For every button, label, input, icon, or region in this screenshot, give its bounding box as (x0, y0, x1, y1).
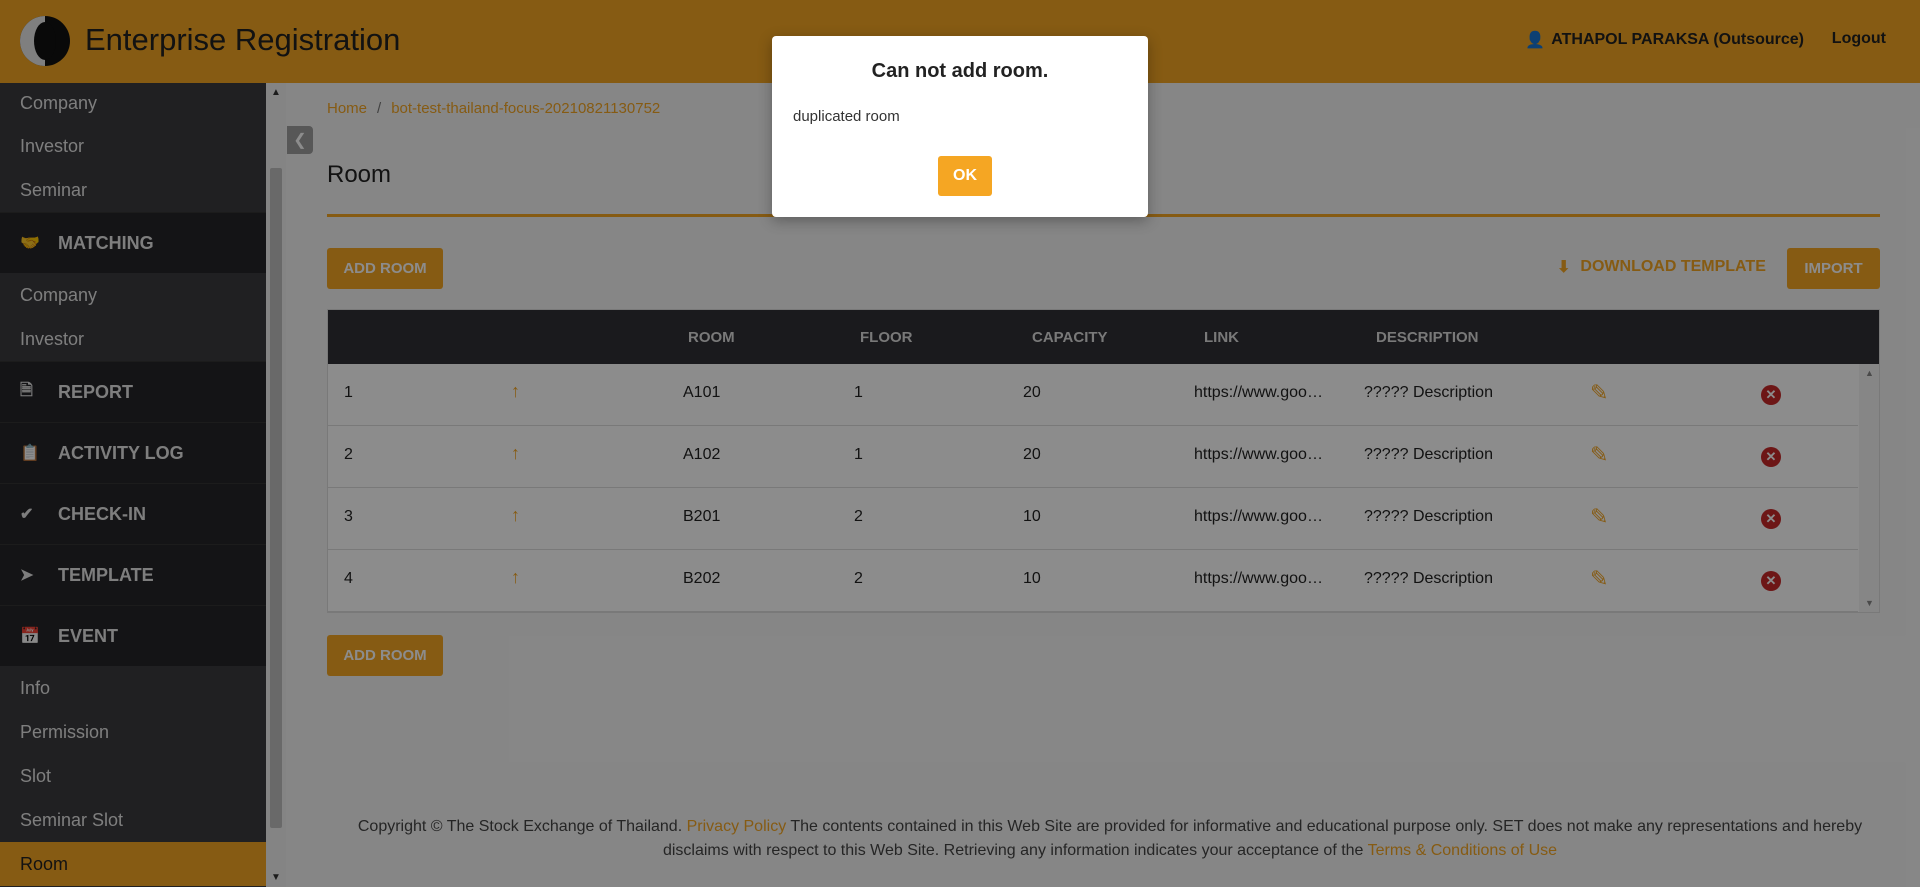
error-dialog: Can not add room. duplicated room OK (772, 36, 1148, 217)
ok-button[interactable]: OK (938, 156, 992, 196)
dialog-title: Can not add room. (871, 60, 1049, 82)
dialog-message: duplicated room (793, 108, 900, 125)
